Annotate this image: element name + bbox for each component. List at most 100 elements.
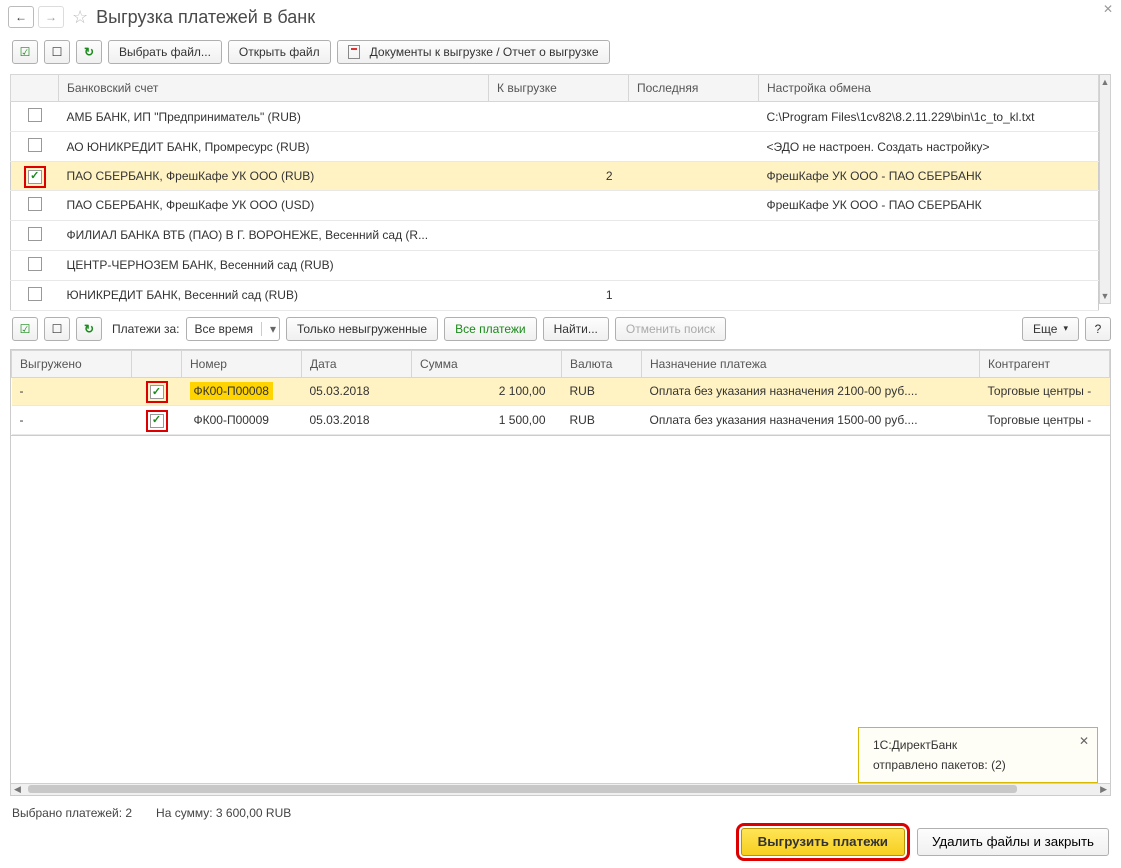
account-row[interactable]: ПАО СБЕРБАНК, ФрешКафе УК ООО (USD) ФрешК… (11, 190, 1099, 220)
cell-to-export (489, 190, 629, 220)
payments-header-row: Выгружено Номер Дата Сумма Валюта Назнач… (12, 350, 1110, 377)
col-counterparty[interactable]: Контрагент (980, 350, 1110, 377)
payment-row[interactable]: -✓ФК00-П0000905.03.20181 500,00RUBОплата… (12, 406, 1110, 435)
scroll-down-icon[interactable]: ▼ (1101, 289, 1110, 303)
accounts-grid-container: Банковский счет К выгрузке Последняя Нас… (0, 74, 1121, 311)
cell-exported: - (12, 406, 132, 435)
all-payments-button[interactable]: Все платежи (444, 317, 537, 341)
uncheck-all-button[interactable]: ☐ (44, 40, 70, 64)
page-title: Выгрузка платежей в банк (96, 7, 315, 28)
cell-settings: ФрешКафе УК ООО - ПАО СБЕРБАНК (759, 162, 1099, 191)
col-sum[interactable]: Сумма (412, 350, 562, 377)
accounts-header-row: Банковский счет К выгрузке Последняя Нас… (11, 75, 1099, 102)
uncheck-icon: ☐ (52, 322, 63, 336)
cell-account: АО ЮНИКРЕДИТ БАНК, Промресурс (RUB) (59, 132, 489, 162)
uncheck-all-payments-button[interactable]: ☐ (44, 317, 70, 341)
col-number[interactable]: Номер (182, 350, 302, 377)
row-checkbox[interactable] (28, 227, 42, 241)
check-icon: ☑ (20, 45, 31, 59)
row-checkbox[interactable] (28, 197, 42, 211)
account-row[interactable]: ФИЛИАЛ БАНКА ВТБ (ПАО) В Г. ВОРОНЕЖЕ, Ве… (11, 220, 1099, 250)
cell-date: 05.03.2018 (302, 406, 412, 435)
col-date[interactable]: Дата (302, 350, 412, 377)
cell-settings (759, 220, 1099, 250)
payment-row[interactable]: -✓ФК00-П0000805.03.20182 100,00RUBОплата… (12, 377, 1110, 406)
account-row[interactable]: АО ЮНИКРЕДИТ БАНК, Промресурс (RUB)<ЭДО … (11, 132, 1099, 162)
col-exported[interactable]: Выгружено (12, 350, 132, 377)
col-chk[interactable] (11, 75, 59, 102)
row-checkbox[interactable] (28, 257, 42, 271)
cell-counterparty: Торговые центры - (980, 377, 1110, 406)
cell-to-export: 1 (489, 280, 629, 310)
cancel-search-button[interactable]: Отменить поиск (615, 317, 726, 341)
payments-toolbar: ☑ ☐ ↻ Платежи за: Все время ▾ Только нев… (0, 311, 1121, 349)
chevron-down-icon: ▾ (261, 322, 279, 336)
accounts-grid[interactable]: Банковский счет К выгрузке Последняя Нас… (10, 74, 1099, 311)
cell-last (629, 102, 759, 132)
check-all-button[interactable]: ☑ (12, 40, 38, 64)
directbank-toast: ✕ 1С:ДиректБанк отправлено пакетов: (2) (858, 727, 1098, 783)
choose-file-button[interactable]: Выбрать файл... (108, 40, 222, 64)
refresh-payments-button[interactable]: ↻ (76, 317, 102, 341)
refresh-accounts-button[interactable]: ↻ (76, 40, 102, 64)
more-button[interactable]: Еще ▾ (1022, 317, 1079, 341)
scroll-thumb[interactable] (28, 785, 1017, 793)
row-checkbox[interactable]: ✓ (28, 170, 42, 184)
cell-counterparty: Торговые центры - (980, 406, 1110, 435)
close-icon[interactable]: ✕ (1103, 2, 1113, 16)
col-settings[interactable]: Настройка обмена (759, 75, 1099, 102)
account-row[interactable]: ЦЕНТР-ЧЕРНОЗЕМ БАНК, Весенний сад (RUB) (11, 250, 1099, 280)
row-checkbox[interactable] (28, 138, 42, 152)
open-file-button[interactable]: Открыть файл (228, 40, 331, 64)
docs-report-button[interactable]: Документы к выгрузке / Отчет о выгрузке (337, 40, 610, 64)
row-checkbox[interactable]: ✓ (150, 385, 164, 399)
account-row[interactable]: ✓ ПАО СБЕРБАНК, ФрешКафе УК ООО (RUB)2 Фре… (11, 162, 1099, 191)
col-account[interactable]: Банковский счет (59, 75, 489, 102)
account-row[interactable]: ЮНИКРЕДИТ БАНК, Весенний сад (RUB)1 (11, 280, 1099, 310)
cell-exported: - (12, 377, 132, 406)
check-icon: ☑ (20, 322, 31, 336)
col-last[interactable]: Последняя (629, 75, 759, 102)
scroll-left-icon[interactable]: ◀ (11, 784, 24, 795)
col-purpose[interactable]: Назначение платежа (642, 350, 980, 377)
export-payments-button[interactable]: Выгрузить платежи (741, 828, 905, 856)
accounts-scrollbar[interactable]: ▲ ▼ (1099, 74, 1111, 304)
scroll-up-icon[interactable]: ▲ (1101, 75, 1110, 89)
row-checkbox[interactable] (28, 108, 42, 122)
col-to-export[interactable]: К выгрузке (489, 75, 629, 102)
cell-to-export: 2 (489, 162, 629, 191)
payments-hscrollbar[interactable]: ◀ ▶ (11, 783, 1110, 795)
delete-and-close-button[interactable]: Удалить файлы и закрыть (917, 828, 1109, 856)
cell-account: ПАО СБЕРБАНК, ФрешКафе УК ООО (RUB) (59, 162, 489, 191)
star-icon[interactable]: ☆ (72, 7, 88, 28)
back-button[interactable]: ← (8, 6, 34, 28)
find-button[interactable]: Найти... (543, 317, 609, 341)
col-chk[interactable] (132, 350, 182, 377)
only-unexported-button[interactable]: Только невыгруженные (286, 317, 438, 341)
forward-button[interactable]: → (38, 6, 64, 28)
cell-account: ПАО СБЕРБАНК, ФрешКафе УК ООО (USD) (59, 190, 489, 220)
toast-close-icon[interactable]: ✕ (1079, 734, 1089, 748)
cell-date: 05.03.2018 (302, 377, 412, 406)
cell-account: ЮНИКРЕДИТ БАНК, Весенний сад (RUB) (59, 280, 489, 310)
cell-sum: 2 100,00 (412, 377, 562, 406)
row-checkbox[interactable] (28, 287, 42, 301)
cell-sum: 1 500,00 (412, 406, 562, 435)
cell-last (629, 220, 759, 250)
period-select[interactable]: Все время ▾ (186, 317, 280, 341)
toast-title: 1С:ДиректБанк (873, 738, 1083, 752)
refresh-icon: ↻ (84, 322, 94, 336)
payments-grid[interactable]: Выгружено Номер Дата Сумма Валюта Назнач… (11, 350, 1110, 435)
cell-settings (759, 280, 1099, 310)
cell-settings: ФрешКафе УК ООО - ПАО СБЕРБАНК (759, 190, 1099, 220)
col-currency[interactable]: Валюта (562, 350, 642, 377)
row-checkbox[interactable]: ✓ (150, 414, 164, 428)
account-row[interactable]: АМБ БАНК, ИП "Предприниматель" (RUB)C:\P… (11, 102, 1099, 132)
help-button[interactable]: ? (1085, 317, 1111, 341)
scroll-right-icon[interactable]: ▶ (1097, 784, 1110, 795)
cell-last (629, 190, 759, 220)
status-line: Выбрано платежей: 2 На сумму: 3 600,00 R… (0, 796, 1121, 824)
titlebar: ← → ☆ Выгрузка платежей в банк ✕ (0, 0, 1121, 36)
check-all-payments-button[interactable]: ☑ (12, 317, 38, 341)
toast-body: отправлено пакетов: (2) (873, 758, 1083, 772)
